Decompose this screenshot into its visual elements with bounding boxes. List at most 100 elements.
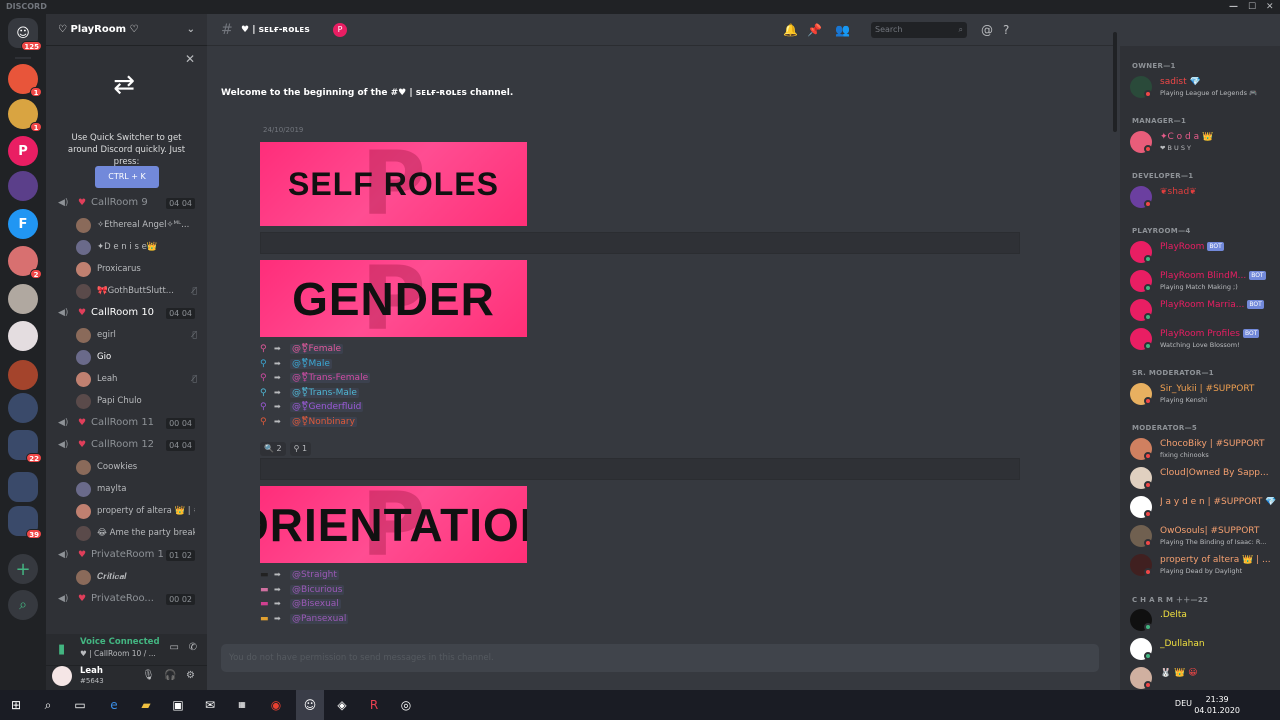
headphones-icon[interactable]: 🎧: [164, 670, 176, 681]
role-mention[interactable]: @⚧Genderfluid: [290, 402, 364, 413]
guild-icon[interactable]: [8, 360, 38, 390]
member-item[interactable]: ✦C o d a 👑 ❤ B U S Y: [1130, 129, 1276, 155]
app-icon[interactable]: ▦: [230, 690, 254, 720]
voice-user[interactable]: Coowkies: [76, 456, 201, 478]
member-item[interactable]: PlayRoom BlindM... BOT Playing Match Makin…: [1130, 268, 1276, 294]
voice-channel[interactable]: ◀) ♥ CallRoom 10 04 04: [46, 302, 207, 324]
member-item[interactable]: OwOsouls| #SUPPORT Playing The Binding of…: [1130, 523, 1276, 549]
member-item[interactable]: 🐰 👑 😀: [1130, 665, 1276, 690]
voice-channel[interactable]: ◀) ♥ CallRoom 9 04 04: [46, 192, 207, 214]
member-item[interactable]: Sir_Yukii | #SUPPORT Playing Kenshi: [1130, 381, 1276, 407]
role-mention[interactable]: @Bicurious: [290, 584, 345, 595]
reaction[interactable]: 🔍 2: [260, 442, 286, 456]
role-mention[interactable]: @⚧Nonbinary: [290, 416, 357, 427]
explore-servers-button[interactable]: ⌕: [8, 590, 38, 620]
voice-user[interactable]: egirl 🎙̸: [76, 324, 201, 346]
member-item[interactable]: .Delta: [1130, 607, 1276, 633]
mail-icon[interactable]: ✉: [198, 690, 222, 720]
member-item[interactable]: PlayRoom BOT: [1130, 239, 1276, 265]
close-button[interactable]: ✕: [1266, 0, 1274, 14]
guild-icon[interactable]: [8, 393, 38, 423]
guild-icon[interactable]: P: [8, 136, 38, 166]
member-item[interactable]: PlayRoom Marria... BOT: [1130, 297, 1276, 323]
voice-user[interactable]: property of altera 👑 | #...: [76, 500, 201, 522]
chrome-icon[interactable]: ◉: [264, 690, 288, 720]
voice-user[interactable]: maylta: [76, 478, 201, 500]
notification-bell-icon[interactable]: 🔔: [783, 14, 798, 46]
disconnect-icon[interactable]: ✆: [189, 642, 197, 653]
guild-icon[interactable]: 22: [8, 430, 42, 463]
guild-icon[interactable]: 39: [8, 506, 42, 539]
role-mention[interactable]: @Straight: [290, 570, 339, 580]
member-item[interactable]: ChocoBiky | #SUPPORT fixing chinooks: [1130, 436, 1276, 462]
home-button[interactable]: ☺ 125: [8, 18, 42, 51]
guild-icon[interactable]: [8, 321, 38, 351]
voice-channel[interactable]: ◀) ♥ PrivateRoom 1 01 02: [46, 544, 207, 566]
scrollbar[interactable]: [1113, 32, 1117, 132]
guild-icon[interactable]: [8, 472, 38, 502]
role-mention[interactable]: @Pansexual: [290, 613, 349, 624]
search-input[interactable]: Search ⌕: [871, 22, 967, 38]
voice-channel[interactable]: ◀) ♥ CallRoom 11 00 04: [46, 412, 207, 434]
message-input[interactable]: You do not have permission to send messa…: [221, 644, 1099, 672]
voice-channel[interactable]: ◀) ♥ CallRoom 12 04 04: [46, 434, 207, 456]
app-icon[interactable]: R: [362, 690, 386, 720]
avatar[interactable]: [52, 666, 72, 686]
windows-start-icon[interactable]: ⊞: [4, 690, 28, 720]
member-item[interactable]: PlayRoom Profiles BOT Watching Love Blosso…: [1130, 326, 1276, 352]
app-icon[interactable]: ◈: [330, 690, 354, 720]
add-server-button[interactable]: +: [8, 554, 38, 584]
microphone-icon[interactable]: 🎙: [142, 670, 155, 681]
edge-browser-icon[interactable]: e: [102, 690, 126, 720]
member-item[interactable]: J a y d e n | #SUPPORT 💎: [1130, 494, 1276, 520]
pin-icon[interactable]: 📌: [807, 14, 822, 46]
guild-icon[interactable]: F: [8, 209, 38, 239]
member-item[interactable]: ❦shad❦: [1130, 184, 1276, 210]
member-item[interactable]: sadist 💎 Playing League of Legends 🎮: [1130, 74, 1276, 100]
voice-user[interactable]: ✦D e n i s e👑: [76, 236, 201, 258]
role-mention[interactable]: @Bisexual: [290, 599, 341, 610]
member-item[interactable]: _Dullahan: [1130, 636, 1276, 662]
settings-gear-icon[interactable]: ⚙: [186, 670, 195, 681]
quick-switcher-button[interactable]: CTRL + K: [95, 166, 159, 188]
reaction[interactable]: ⚲ 1: [289, 442, 312, 456]
close-icon[interactable]: ✕: [185, 52, 195, 66]
voice-user[interactable]: 𝑪𝒓𝒊𝒕𝒊𝒄𝒂𝒍: [76, 566, 201, 588]
guild-icon[interactable]: 2: [8, 246, 42, 279]
guild-icon[interactable]: 1: [8, 99, 42, 132]
minimize-button[interactable]: —: [1229, 0, 1238, 14]
role-mention[interactable]: @⚧Male: [290, 358, 332, 369]
role-mention[interactable]: @⚧Trans-Male: [290, 387, 359, 398]
voice-user[interactable]: Papi Chulo: [76, 390, 201, 412]
help-icon[interactable]: ?: [1003, 14, 1009, 46]
role-mention[interactable]: @⚧Female: [290, 344, 344, 354]
voice-user[interactable]: Proxicarus: [76, 258, 201, 280]
guild-icon[interactable]: [8, 284, 38, 314]
screen-share-icon[interactable]: ▭: [170, 642, 179, 653]
voice-user[interactable]: 🎀GothButtSlutt... 🎙̸: [76, 280, 201, 302]
task-view-icon[interactable]: ▭: [68, 690, 92, 720]
discord-taskbar-icon[interactable]: ☺: [296, 690, 324, 720]
voice-user[interactable]: Gio: [76, 346, 201, 368]
member-list-icon[interactable]: 👥: [835, 14, 850, 46]
language-indicator[interactable]: DEU: [1175, 699, 1192, 708]
voice-user[interactable]: ✧Ethereal Angel✧ᴹᴸ...: [76, 214, 201, 236]
file-explorer-icon[interactable]: ▰: [134, 690, 158, 720]
clock[interactable]: 21:39 04.01.2020: [1194, 694, 1240, 716]
maximize-button[interactable]: ☐: [1248, 0, 1256, 14]
store-icon[interactable]: ▣: [166, 690, 190, 720]
mention-icon[interactable]: @: [981, 14, 993, 46]
voice-user[interactable]: Leah 🎙̸: [76, 368, 201, 390]
member-item[interactable]: property of altera 👑 | ... Playing Dead b…: [1130, 552, 1276, 578]
search-icon[interactable]: ⌕: [36, 690, 60, 720]
guild-icon[interactable]: [8, 171, 38, 201]
app-icon[interactable]: ◎: [394, 690, 418, 720]
voice-channel[interactable]: ◀) ♥ PrivateRoo... 00 02: [46, 588, 207, 610]
voice-user[interactable]: 😂 Ame the party break...: [76, 522, 201, 544]
member-item[interactable]: Cloud|Owned By Sapp...: [1130, 465, 1276, 491]
server-header[interactable]: ♡ PlayRoom ♡ ⌄: [46, 14, 207, 46]
channel-sidebar: ♡ PlayRoom ♡ ⌄ ✕ ⇄ Use Quick Switcher to…: [46, 14, 207, 690]
role-mention[interactable]: @⚧Trans-Female: [290, 373, 371, 384]
guild-icon[interactable]: 1: [8, 64, 42, 97]
status-indicator: [1144, 568, 1152, 576]
